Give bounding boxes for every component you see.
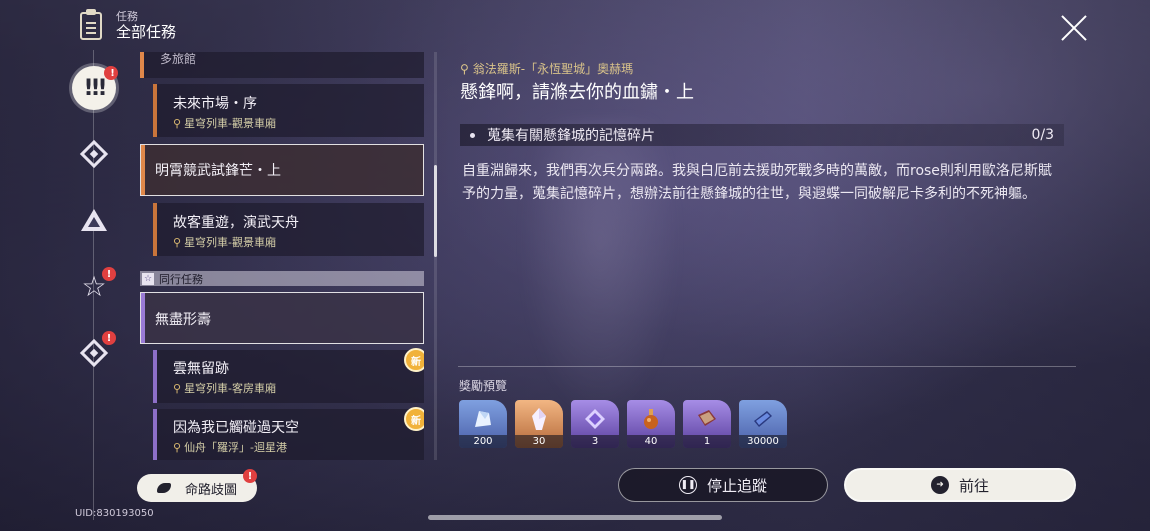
quest-description: 自重淵歸來，我們再次兵分兩路。我與白厄前去援助死戰多時的萬敵，而rose則利用歐… bbox=[462, 163, 1052, 202]
quest-accent-bar bbox=[141, 293, 145, 343]
star-icon: ☆ bbox=[142, 272, 154, 285]
potion-flask-icon bbox=[644, 409, 658, 429]
diamond-icon bbox=[79, 139, 109, 169]
quest-location: 星穹列車-觀景車廂 bbox=[173, 115, 276, 131]
rail-item-main-quests[interactable]: !!! ! bbox=[72, 66, 118, 110]
notification-badge: ! bbox=[243, 469, 257, 483]
quest-title: 多旅館 bbox=[160, 52, 197, 66]
section-label: 同行任務 bbox=[159, 272, 203, 286]
companion-section-header: ☆ 同行任務 bbox=[140, 271, 424, 286]
reward-list: 200 30 3 40 1 30000 bbox=[459, 400, 787, 448]
list-item[interactable]: 雲無留跡 星穹列車-客房車廂 新 bbox=[153, 348, 424, 403]
close-icon[interactable] bbox=[1060, 14, 1088, 42]
reward-count: 3 bbox=[571, 435, 619, 448]
quest-list[interactable]: 多旅館 未來市場・序 星穹列車-觀景車廂 明霄競武試鋒芒・上 故客重遊，演武天舟… bbox=[140, 52, 424, 460]
rail-item-daily[interactable]: ! bbox=[78, 331, 116, 369]
list-item[interactable]: 因為我已觸碰過天空 仙舟「羅浮」-迴星港 新 bbox=[153, 407, 424, 460]
reward-count: 1 bbox=[683, 435, 731, 448]
credit-card-icon bbox=[754, 411, 772, 427]
quest-accent-bar bbox=[153, 350, 157, 403]
header-subtitle: 任務 bbox=[116, 10, 138, 23]
quest-title: 明霄競武試鋒芒・上 bbox=[155, 163, 281, 179]
rail-item-adventure[interactable] bbox=[78, 204, 110, 236]
notification-badge: ! bbox=[102, 331, 116, 345]
list-item[interactable]: 多旅館 bbox=[140, 52, 424, 78]
arrow-right-icon: ➜ bbox=[930, 476, 949, 494]
list-item[interactable]: 故客重遊，演武天舟 星穹列車-觀景車廂 bbox=[153, 203, 424, 256]
bullet-icon bbox=[470, 132, 475, 138]
refined-aether-icon bbox=[585, 409, 605, 429]
quest-accent-bar bbox=[141, 145, 145, 195]
ice-crystal-icon bbox=[475, 411, 491, 427]
branch-map-label: 命路歧圖 bbox=[184, 482, 237, 498]
scrollbar-thumb[interactable] bbox=[434, 165, 437, 257]
quest-accent-bar bbox=[153, 84, 157, 137]
divider bbox=[458, 366, 1076, 367]
quest-title: 未來市場・序 bbox=[173, 96, 257, 112]
quest-detail-title: 懸鋒啊，請滌去你的血鏽・上 bbox=[460, 82, 694, 103]
pause-icon: ❚❚ bbox=[678, 476, 697, 494]
notification-badge: ! bbox=[102, 267, 116, 281]
stop-tracking-label: 停止追蹤 bbox=[706, 476, 767, 495]
go-button[interactable]: ➜ 前往 bbox=[844, 468, 1076, 502]
crystal-icon bbox=[532, 408, 546, 430]
quest-accent-bar bbox=[153, 203, 157, 256]
triangle-icon bbox=[81, 209, 107, 231]
quest-accent-bar bbox=[140, 52, 144, 78]
page-title: 全部任務 bbox=[116, 23, 177, 41]
quest-title: 無盡形壽 bbox=[155, 312, 211, 328]
notification-badge: ! bbox=[104, 66, 118, 80]
reward-item[interactable]: 40 bbox=[627, 400, 675, 448]
reward-item[interactable]: 1 bbox=[683, 400, 731, 448]
quest-title: 因為我已觸碰過天空 bbox=[173, 420, 299, 436]
home-indicator[interactable] bbox=[428, 515, 722, 520]
list-item-selected[interactable]: 明霄競武試鋒芒・上 bbox=[140, 144, 424, 196]
quest-accent-bar bbox=[153, 409, 157, 460]
reward-item[interactable]: 200 bbox=[459, 400, 507, 448]
reward-count: 30000 bbox=[739, 435, 787, 448]
reward-count: 40 bbox=[627, 435, 675, 448]
rail-item-trailblaze[interactable] bbox=[78, 138, 110, 170]
quest-location: 星穹列車-客房車廂 bbox=[173, 380, 276, 396]
branch-map-button[interactable]: 命路歧圖 ! bbox=[137, 469, 257, 502]
reward-label: 獎勵預覽 bbox=[459, 379, 508, 393]
quest-title: 故客重遊，演武天舟 bbox=[173, 215, 299, 231]
quest-location: 翁法羅斯-「永恆聖城」奧赫瑪 bbox=[460, 60, 633, 77]
book-icon bbox=[698, 410, 716, 426]
quest-objective: 蒐集有關懸鋒城的記憶碎片 0/3 bbox=[460, 124, 1064, 146]
quest-location: 仙舟「羅浮」-迴星港 bbox=[173, 439, 287, 455]
quest-title: 雲無留跡 bbox=[173, 361, 229, 377]
user-id: UID:830193050 bbox=[75, 508, 154, 519]
rail-item-companion[interactable]: ☆ ! bbox=[78, 267, 116, 303]
list-item[interactable]: 無盡形壽 bbox=[140, 292, 424, 344]
reward-count: 200 bbox=[459, 435, 507, 448]
new-badge: 新 bbox=[404, 407, 424, 431]
list-item[interactable]: 未來市場・序 星穹列車-觀景車廂 bbox=[153, 84, 424, 137]
quest-location: 星穹列車-觀景車廂 bbox=[173, 234, 276, 250]
objective-progress: 0/3 bbox=[1031, 127, 1054, 143]
go-label: 前往 bbox=[958, 476, 989, 495]
reward-item[interactable]: 30000 bbox=[739, 400, 787, 448]
reward-count: 30 bbox=[515, 435, 563, 448]
new-badge: 新 bbox=[404, 348, 424, 372]
page-header: 任務 全部任務 bbox=[80, 8, 177, 41]
clipboard-icon bbox=[80, 8, 102, 40]
stop-tracking-button[interactable]: ❚❚ 停止追蹤 bbox=[618, 468, 828, 502]
exclamation-icon: !!! bbox=[83, 75, 107, 101]
objective-text: 蒐集有關懸鋒城的記憶碎片 bbox=[487, 128, 655, 144]
reward-item[interactable]: 3 bbox=[571, 400, 619, 448]
reward-item[interactable]: 30 bbox=[515, 400, 563, 448]
leaf-icon bbox=[156, 483, 171, 493]
